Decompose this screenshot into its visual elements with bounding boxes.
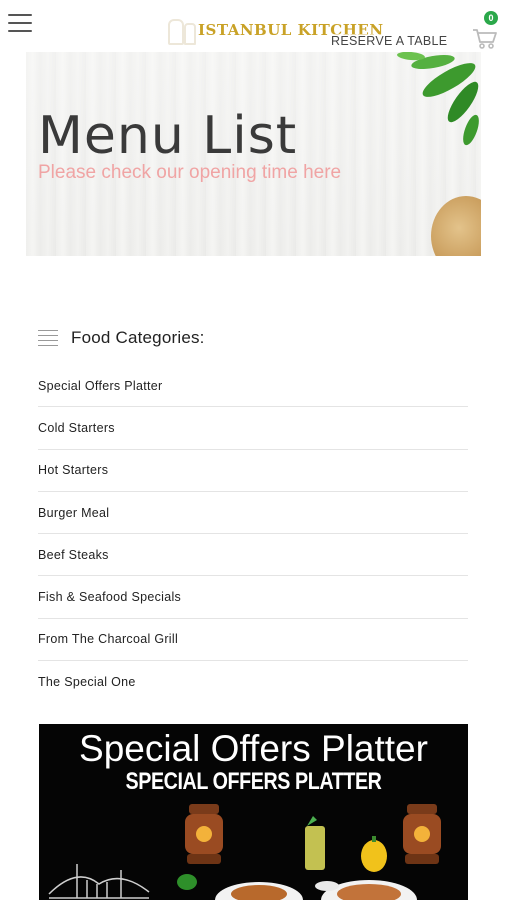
category-item[interactable]: Beef Steaks [38,534,468,577]
category-item[interactable]: Cold Starters [38,407,468,450]
basil-leaves-image [397,52,479,146]
reserve-table-link[interactable]: RESERVE A TABLE [331,34,448,48]
logo-icon [162,17,196,45]
banner-title: Special Offers Platter [79,728,428,769]
category-item[interactable]: Special Offers Platter [38,365,468,408]
opening-time-link[interactable]: Please check our opening time here [38,162,341,184]
categories-header: Food Categories: [38,328,205,348]
cart-count-badge: 0 [484,11,498,25]
app-header: ISTANBUL KITCHEN RESERVE A TABLE 0 [0,0,506,52]
category-item[interactable]: Hot Starters [38,450,468,492]
special-offers-banner[interactable]: Special Offers Platter SPECIAL OFFERS PL… [39,724,468,900]
list-icon [38,330,58,346]
banner-subtitle: SPECIAL OFFERS PLATTER [125,768,382,795]
page-title: Menu List [38,106,298,166]
hero-banner: Menu List Please check our opening time … [26,52,481,256]
cart-button[interactable]: 0 [472,10,500,50]
category-item[interactable]: The Special One [38,661,468,703]
cart-icon [473,29,497,49]
category-list: Special Offers Platter Cold Starters Hot… [38,365,468,703]
category-item[interactable]: Fish & Seafood Specials [38,576,468,619]
categories-title: Food Categories: [71,328,205,347]
menu-icon[interactable] [8,14,32,34]
bread-image [431,196,481,256]
category-item[interactable]: From The Charcoal Grill [38,619,468,662]
platter-image [48,804,441,900]
category-item[interactable]: Burger Meal [38,492,468,535]
